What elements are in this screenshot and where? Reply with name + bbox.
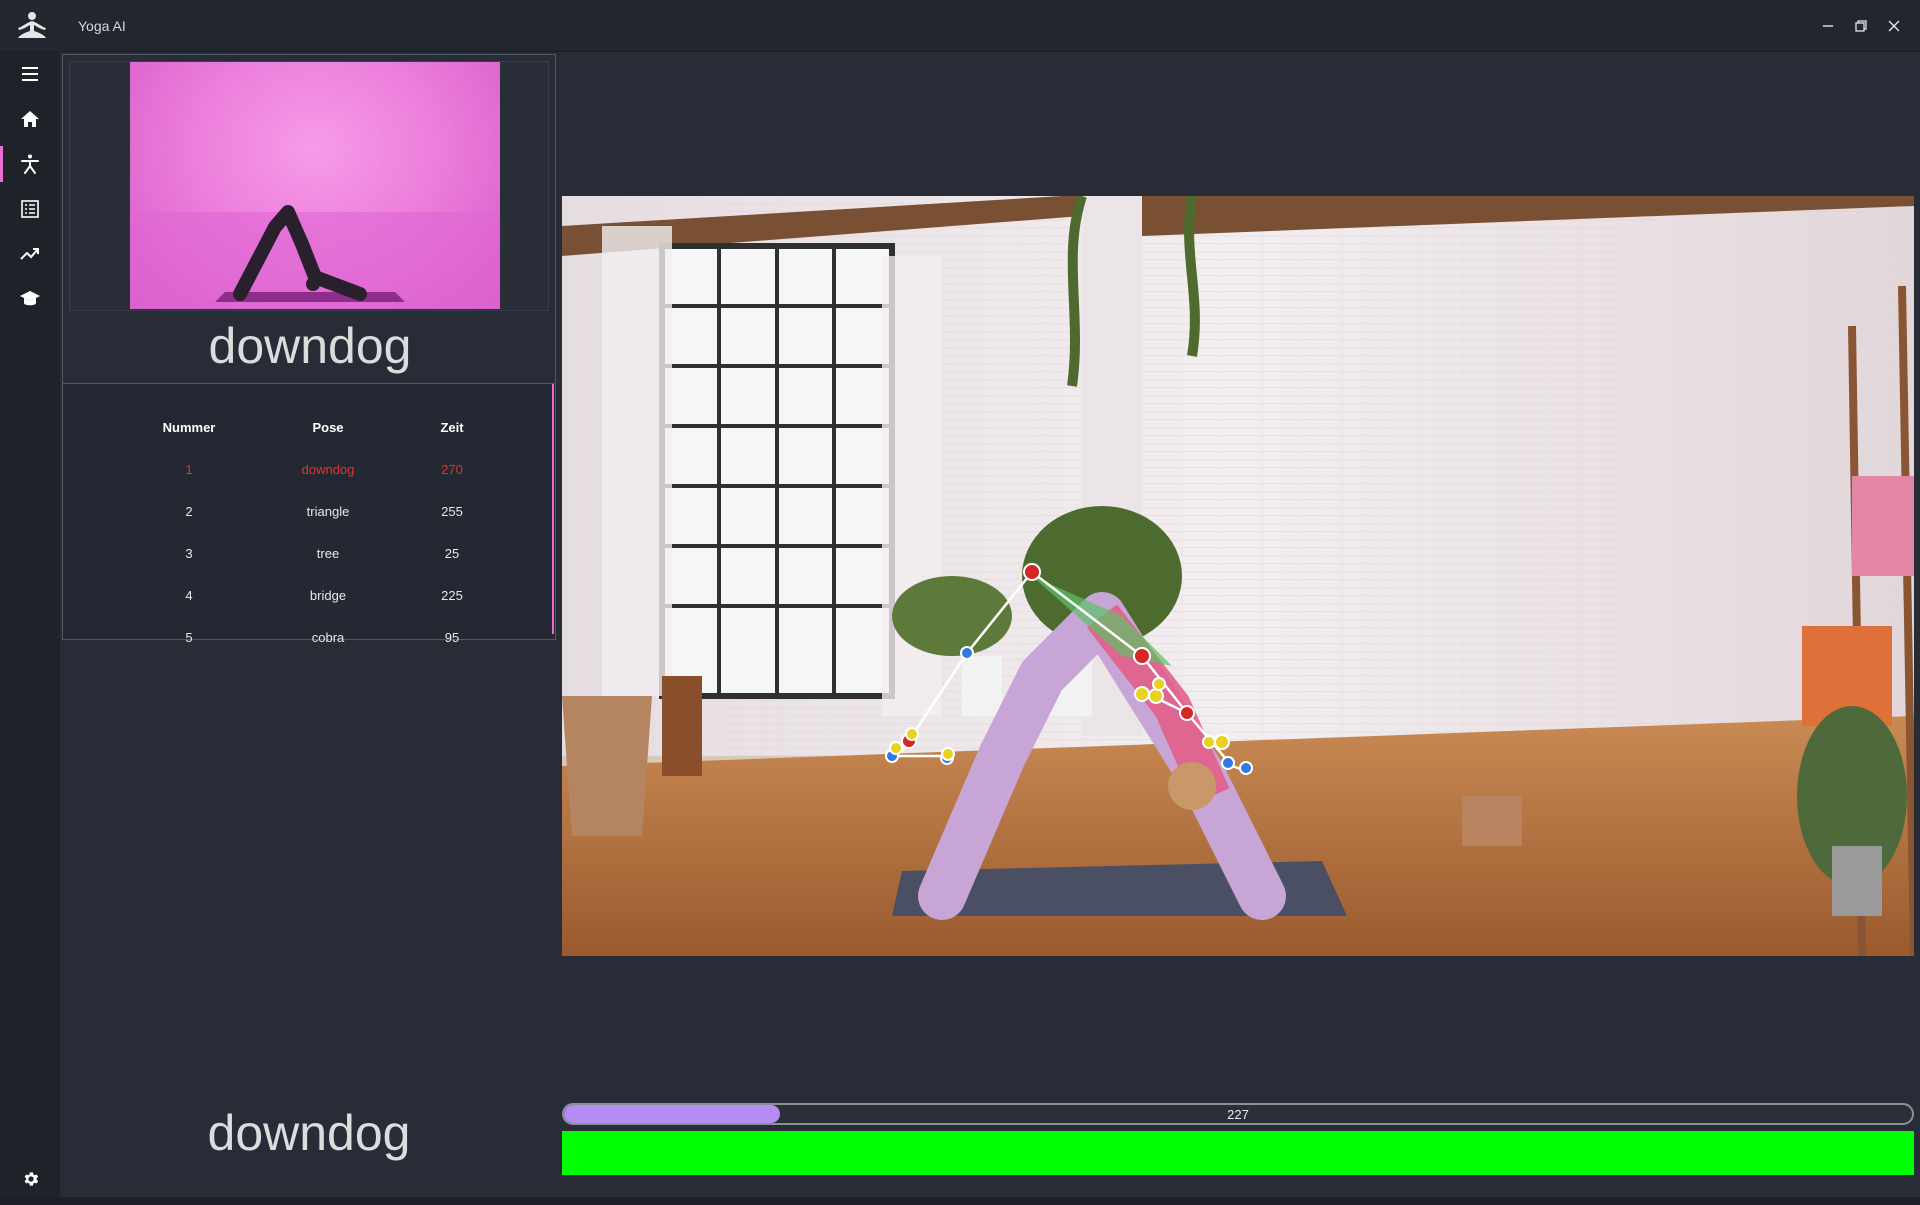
hamburger-menu-icon xyxy=(22,67,38,81)
cell-zeit: 270 xyxy=(441,461,463,477)
column-header-zeit: Zeit xyxy=(440,419,464,435)
app-title: Yoga AI xyxy=(78,18,126,34)
column-header-pose: Pose xyxy=(312,419,344,435)
progress-value: 227 xyxy=(1227,1107,1249,1122)
trending-up-icon xyxy=(20,248,39,260)
nav-pose-training[interactable] xyxy=(0,142,60,186)
close-button[interactable] xyxy=(1874,10,1914,42)
table-row[interactable]: 4 bridge 225 xyxy=(123,574,503,616)
gear-icon xyxy=(24,1172,39,1186)
cell-pose: tree xyxy=(316,545,340,561)
table-row[interactable]: 3 tree 25 xyxy=(123,532,503,574)
cell-nummer: 4 xyxy=(185,587,193,603)
nav-home[interactable] xyxy=(0,97,60,141)
sidebar xyxy=(0,52,60,1197)
cell-zeit: 95 xyxy=(444,629,460,645)
yoga-logo-icon xyxy=(18,12,46,38)
cell-pose: cobra xyxy=(311,629,345,645)
menu-toggle-button[interactable] xyxy=(0,52,60,96)
list-icon xyxy=(21,200,39,218)
cell-nummer: 1 xyxy=(185,461,193,477)
nav-learning[interactable] xyxy=(0,277,60,321)
home-icon xyxy=(21,111,39,127)
restore-icon xyxy=(1855,20,1867,32)
cell-nummer: 2 xyxy=(185,503,193,519)
pose-table-panel: Nummer Pose Zeit 1 downdog 270 2 triangl… xyxy=(62,384,556,645)
cell-pose: triangle xyxy=(306,503,350,519)
yoga-pose-icon xyxy=(21,154,39,174)
preview-pose-name: downdog xyxy=(208,318,412,374)
pose-progress-bar: 227 xyxy=(562,1103,1914,1125)
detected-pose-name: downdog xyxy=(207,1105,411,1161)
settings-button[interactable] xyxy=(10,1163,52,1195)
pose-preview-panel: downdog xyxy=(62,54,556,384)
pose-match-indicator xyxy=(562,1131,1914,1175)
nav-list[interactable] xyxy=(0,187,60,231)
close-icon xyxy=(1888,20,1900,32)
pose-table: Nummer Pose Zeit 1 downdog 270 2 triangl… xyxy=(123,406,503,658)
nav-statistics[interactable] xyxy=(0,232,60,276)
cell-pose: downdog xyxy=(301,461,355,477)
cell-zeit: 255 xyxy=(441,503,463,519)
table-row[interactable]: 5 cobra 95 xyxy=(123,616,503,658)
cell-zeit: 25 xyxy=(444,545,460,561)
status-strip xyxy=(0,1197,1920,1205)
column-header-nummer: Nummer xyxy=(162,419,216,435)
video-feed xyxy=(562,196,1914,956)
title-bar: Yoga AI xyxy=(0,0,1920,52)
cell-nummer: 5 xyxy=(185,629,193,645)
table-row[interactable]: 2 triangle 255 xyxy=(123,490,503,532)
cell-zeit: 225 xyxy=(441,587,463,603)
pose-preview-frame xyxy=(69,61,549,311)
table-row-current[interactable]: 1 downdog 270 xyxy=(123,448,503,490)
graduation-cap-icon xyxy=(20,291,40,306)
minimize-icon xyxy=(1823,25,1833,27)
video-frame xyxy=(562,196,1914,956)
cell-pose: bridge xyxy=(309,587,347,603)
pose-preview-image xyxy=(130,62,500,309)
cell-nummer: 3 xyxy=(185,545,193,561)
